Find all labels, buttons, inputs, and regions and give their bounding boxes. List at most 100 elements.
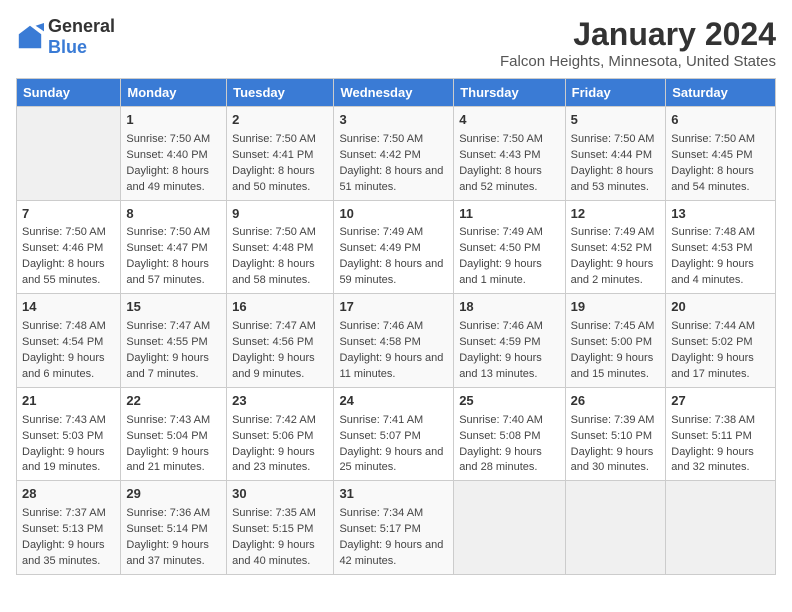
day-cell [565, 481, 666, 575]
day-number: 23 [232, 392, 328, 411]
day-number: 20 [671, 298, 770, 317]
day-number: 29 [126, 485, 221, 504]
col-header-friday: Friday [565, 79, 666, 107]
day-number: 5 [571, 111, 661, 130]
day-details: Sunrise: 7:43 AMSunset: 5:03 PMDaylight:… [22, 413, 115, 477]
day-cell: 5Sunrise: 7:50 AMSunset: 4:44 PMDaylight… [565, 107, 666, 201]
day-number: 10 [339, 205, 448, 224]
day-cell: 29 Sunrise: 7:36 AMSunset: 5:14 PMDayligh… [121, 481, 227, 575]
main-title: January 2024 [500, 16, 776, 53]
day-number: 24 [339, 392, 448, 411]
day-cell: 19 Sunrise: 7:45 AMSunset: 5:00 PMDayligh… [565, 294, 666, 388]
day-number: 21 [22, 392, 115, 411]
day-cell: 10Sunrise: 7:49 AMSunset: 4:49 PMDayligh… [334, 200, 454, 294]
day-details: Sunrise: 7:47 AMSunset: 4:55 PMDaylight:… [126, 319, 221, 383]
day-cell: 9Sunrise: 7:50 AMSunset: 4:48 PMDaylight… [227, 200, 334, 294]
week-row-3: 14 Sunrise: 7:48 AMSunset: 4:54 PMDayligh… [17, 294, 776, 388]
day-details: Sunrise: 7:38 AMSunset: 5:11 PMDaylight:… [671, 413, 770, 477]
day-details: Sunrise: 7:50 AMSunset: 4:42 PMDaylight:… [339, 132, 448, 196]
day-cell: 7Sunrise: 7:50 AMSunset: 4:46 PMDaylight… [17, 200, 121, 294]
day-details: Sunrise: 7:50 AMSunset: 4:40 PMDaylight:… [126, 132, 221, 196]
day-details: Sunrise: 7:36 AMSunset: 5:14 PMDaylight:… [126, 506, 221, 570]
day-details: Sunrise: 7:50 AMSunset: 4:41 PMDaylight:… [232, 132, 328, 196]
day-cell: 22Sunrise: 7:43 AMSunset: 5:04 PMDayligh… [121, 387, 227, 481]
day-number: 22 [126, 392, 221, 411]
day-number: 31 [339, 485, 448, 504]
subtitle: Falcon Heights, Minnesota, United States [500, 53, 776, 70]
day-cell: 13Sunrise: 7:48 AMSunset: 4:53 PMDayligh… [666, 200, 776, 294]
day-cell: 15 Sunrise: 7:47 AMSunset: 4:55 PMDayligh… [121, 294, 227, 388]
week-row-4: 21 Sunrise: 7:43 AMSunset: 5:03 PMDayligh… [17, 387, 776, 481]
day-details: Sunrise: 7:50 AMSunset: 4:48 PMDaylight:… [232, 225, 328, 289]
day-details: Sunrise: 7:34 AMSunset: 5:17 PMDaylight:… [339, 506, 448, 570]
day-number: 15 [126, 298, 221, 317]
day-cell [17, 107, 121, 201]
day-details: Sunrise: 7:48 AMSunset: 4:53 PMDaylight:… [671, 225, 770, 289]
day-number: 27 [671, 392, 770, 411]
day-cell: 6 Sunrise: 7:50 AMSunset: 4:45 PMDaylight… [666, 107, 776, 201]
day-details: Sunrise: 7:50 AMSunset: 4:43 PMDaylight:… [459, 132, 559, 196]
day-cell: 26 Sunrise: 7:39 AMSunset: 5:10 PMDayligh… [565, 387, 666, 481]
day-cell: 21 Sunrise: 7:43 AMSunset: 5:03 PMDayligh… [17, 387, 121, 481]
day-number: 1 [126, 111, 221, 130]
day-number: 14 [22, 298, 115, 317]
day-number: 17 [339, 298, 448, 317]
day-details: Sunrise: 7:46 AMSunset: 4:58 PMDaylight:… [339, 319, 448, 383]
col-header-tuesday: Tuesday [227, 79, 334, 107]
day-number: 4 [459, 111, 559, 130]
day-number: 11 [459, 205, 559, 224]
page-header: General Blue January 2024 Falcon Heights… [16, 16, 776, 70]
title-block: January 2024 Falcon Heights, Minnesota, … [500, 16, 776, 70]
day-cell: 2 Sunrise: 7:50 AMSunset: 4:41 PMDaylight… [227, 107, 334, 201]
col-header-saturday: Saturday [666, 79, 776, 107]
day-cell [454, 481, 565, 575]
col-header-monday: Monday [121, 79, 227, 107]
day-cell: 18Sunrise: 7:46 AMSunset: 4:59 PMDayligh… [454, 294, 565, 388]
day-cell: 11Sunrise: 7:49 AMSunset: 4:50 PMDayligh… [454, 200, 565, 294]
day-details: Sunrise: 7:40 AMSunset: 5:08 PMDaylight:… [459, 413, 559, 477]
day-cell: 1 Sunrise: 7:50 AMSunset: 4:40 PMDaylight… [121, 107, 227, 201]
calendar-table: SundayMondayTuesdayWednesdayThursdayFrid… [16, 78, 776, 575]
logo-general: General [48, 16, 115, 36]
day-cell: 17 Sunrise: 7:46 AMSunset: 4:58 PMDayligh… [334, 294, 454, 388]
day-cell: 30 Sunrise: 7:35 AMSunset: 5:15 PMDayligh… [227, 481, 334, 575]
day-number: 13 [671, 205, 770, 224]
day-details: Sunrise: 7:49 AMSunset: 4:49 PMDaylight:… [339, 225, 448, 289]
week-row-2: 7Sunrise: 7:50 AMSunset: 4:46 PMDaylight… [17, 200, 776, 294]
day-details: Sunrise: 7:48 AMSunset: 4:54 PMDaylight:… [22, 319, 115, 383]
day-number: 19 [571, 298, 661, 317]
day-cell [666, 481, 776, 575]
day-number: 25 [459, 392, 559, 411]
day-details: Sunrise: 7:39 AMSunset: 5:10 PMDaylight:… [571, 413, 661, 477]
day-details: Sunrise: 7:50 AMSunset: 4:45 PMDaylight:… [671, 132, 770, 196]
day-cell: 14 Sunrise: 7:48 AMSunset: 4:54 PMDayligh… [17, 294, 121, 388]
col-header-wednesday: Wednesday [334, 79, 454, 107]
day-details: Sunrise: 7:44 AMSunset: 5:02 PMDaylight:… [671, 319, 770, 383]
logo-icon [16, 23, 44, 51]
day-number: 9 [232, 205, 328, 224]
day-details: Sunrise: 7:46 AMSunset: 4:59 PMDaylight:… [459, 319, 559, 383]
day-number: 16 [232, 298, 328, 317]
day-cell: 3Sunrise: 7:50 AMSunset: 4:42 PMDaylight… [334, 107, 454, 201]
day-number: 30 [232, 485, 328, 504]
day-cell: 16Sunrise: 7:47 AMSunset: 4:56 PMDayligh… [227, 294, 334, 388]
day-details: Sunrise: 7:50 AMSunset: 4:46 PMDaylight:… [22, 225, 115, 289]
day-cell: 25 Sunrise: 7:40 AMSunset: 5:08 PMDayligh… [454, 387, 565, 481]
day-number: 2 [232, 111, 328, 130]
day-cell: 24Sunrise: 7:41 AMSunset: 5:07 PMDayligh… [334, 387, 454, 481]
day-number: 28 [22, 485, 115, 504]
day-details: Sunrise: 7:49 AMSunset: 4:52 PMDaylight:… [571, 225, 661, 289]
col-header-thursday: Thursday [454, 79, 565, 107]
day-cell: 23 Sunrise: 7:42 AMSunset: 5:06 PMDayligh… [227, 387, 334, 481]
day-details: Sunrise: 7:42 AMSunset: 5:06 PMDaylight:… [232, 413, 328, 477]
day-cell: 8Sunrise: 7:50 AMSunset: 4:47 PMDaylight… [121, 200, 227, 294]
week-row-1: 1 Sunrise: 7:50 AMSunset: 4:40 PMDaylight… [17, 107, 776, 201]
day-cell: 31 Sunrise: 7:34 AMSunset: 5:17 PMDayligh… [334, 481, 454, 575]
day-cell: 12Sunrise: 7:49 AMSunset: 4:52 PMDayligh… [565, 200, 666, 294]
day-details: Sunrise: 7:35 AMSunset: 5:15 PMDaylight:… [232, 506, 328, 570]
day-details: Sunrise: 7:45 AMSunset: 5:00 PMDaylight:… [571, 319, 661, 383]
day-number: 6 [671, 111, 770, 130]
day-number: 7 [22, 205, 115, 224]
day-number: 26 [571, 392, 661, 411]
day-number: 12 [571, 205, 661, 224]
